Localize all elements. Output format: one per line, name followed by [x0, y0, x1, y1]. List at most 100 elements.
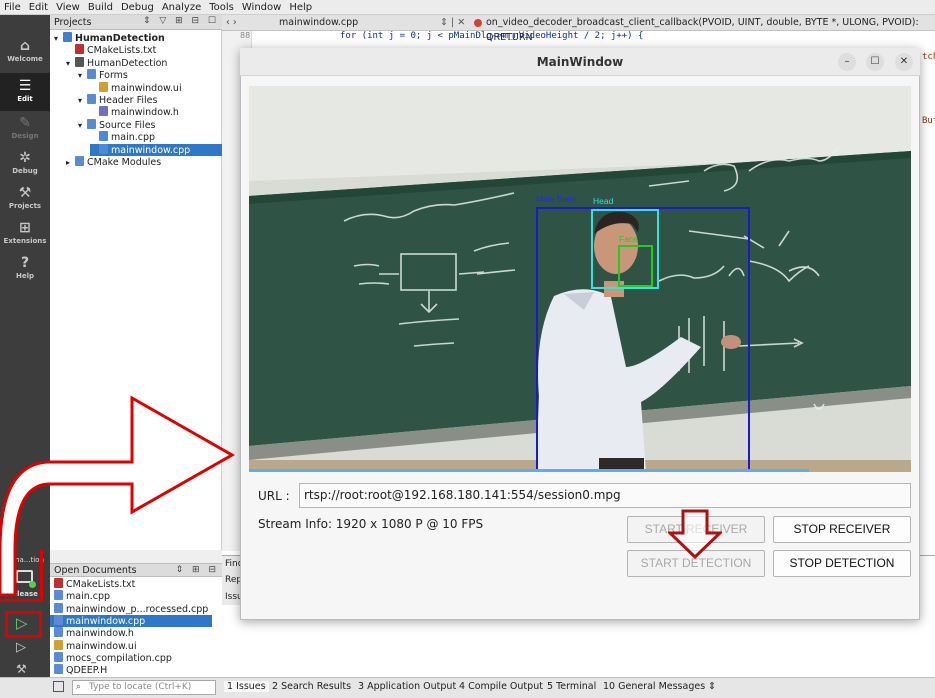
design-icon: ✎ [19, 115, 31, 131]
code-fragment: tch [922, 52, 935, 62]
tree-item[interactable]: ▾ HumanDetection [66, 56, 222, 70]
tree-item-label: Header Files [99, 95, 158, 106]
output-tab[interactable]: 1 Issues [224, 681, 269, 692]
close-icon[interactable]: ✕ [895, 53, 913, 71]
cmake-file-icon [75, 44, 84, 55]
open-document-item[interactable]: mainwindow.ui [50, 639, 212, 652]
document-label: QDEEP.H [66, 665, 108, 677]
mode-extensions[interactable]: ⊞ Extensions [0, 215, 50, 253]
tree-item[interactable]: main.cpp [90, 131, 222, 143]
mode-label: Extensions [3, 237, 47, 245]
expand-arrow-icon[interactable]: ▾ [54, 33, 63, 45]
mode-label: Welcome [7, 55, 43, 63]
projects-title[interactable]: Projects [54, 17, 91, 28]
menu-item-window[interactable]: Window [242, 2, 281, 13]
video-image [249, 86, 911, 472]
tree-item-label: mainwindow.ui [111, 82, 182, 94]
debug-icon: ✲ [19, 150, 31, 166]
tree-item[interactable]: ▸ CMake Modules [66, 156, 222, 168]
window-title: MainWindow [240, 48, 920, 76]
menu-item-analyze[interactable]: Analyze [162, 2, 201, 13]
tree-item[interactable]: ▾ Header Files [78, 94, 222, 106]
document-label: mocs_compilation.cpp [66, 652, 172, 664]
file-icon [54, 639, 63, 650]
sidebar-toggle-icon[interactable] [53, 681, 64, 692]
ui-file-icon [99, 81, 108, 92]
locator-placeholder: Type to locate (Ctrl+K) [89, 682, 192, 692]
tree-item-label: mainwindow.cpp [111, 144, 191, 156]
folder-file-icon [87, 94, 96, 104]
tree-item-label: HumanDetection [75, 33, 165, 44]
menu-item-edit[interactable]: Edit [29, 2, 48, 13]
menu-item-build[interactable]: Build [88, 2, 113, 13]
mode-label: Help [15, 272, 35, 280]
expand-arrow-icon[interactable]: ▾ [78, 120, 87, 132]
expand-arrow-icon[interactable]: ▾ [66, 58, 75, 70]
close-icon[interactable]: ⇕ | ✕ [440, 15, 465, 30]
tree-item[interactable]: CMakeLists.txt [66, 44, 222, 56]
document-label: mainwindow.h [66, 628, 134, 640]
debug-run-icon[interactable]: ▷ [16, 640, 26, 655]
file-tab[interactable]: mainwindow.cpp [279, 15, 358, 30]
mode-welcome[interactable]: ⌂ Welcome [0, 33, 50, 71]
open-document-item[interactable]: mocs_compilation.cpp [50, 651, 212, 664]
expand-arrow-icon[interactable]: ▾ [78, 95, 87, 107]
project-file-icon [63, 32, 72, 42]
tree-item[interactable]: ▾ Forms [78, 69, 222, 81]
nav-arrows-icon[interactable]: ‹ › [226, 15, 237, 30]
h-file-icon [99, 106, 108, 117]
editor-toolbar: ‹ › mainwindow.cpp ⇕ | ✕ on_video_decode… [222, 15, 935, 43]
output-tab[interactable]: 3 Application Output [358, 681, 456, 692]
file-icon [54, 627, 63, 638]
mode-help[interactable]: ? Help [0, 250, 50, 288]
build-icon[interactable]: ⚒ [16, 662, 27, 676]
output-tab[interactable]: 2 Search Results [272, 681, 351, 692]
annotation-run-box [5, 611, 42, 638]
menu-item-file[interactable]: File [4, 2, 21, 13]
open-document-item[interactable]: mainwindow.h [50, 627, 212, 639]
maximize-icon[interactable]: ☐ [866, 53, 884, 71]
tree-item-label: Source Files [99, 119, 156, 131]
expand-arrow-icon[interactable]: ▸ [66, 157, 75, 169]
target-file-icon [75, 56, 84, 67]
folder-file-icon [75, 156, 84, 166]
stop-detection-button[interactable]: STOP DETECTION [773, 550, 911, 577]
search-icon: ⌕ [76, 682, 82, 692]
folder-file-icon [87, 118, 96, 129]
head-label: Head [593, 196, 614, 206]
cpp-file-icon [99, 131, 108, 142]
output-tab[interactable]: 10 General Messages [603, 681, 705, 692]
file-icon [54, 651, 63, 662]
annotation-down-arrow [668, 509, 722, 559]
mode-label: Projects [8, 202, 42, 210]
mode-edit[interactable]: ☰ Edit [0, 73, 50, 111]
menu-item-tools[interactable]: Tools [209, 2, 234, 13]
expand-arrow-icon[interactable]: ▾ [78, 70, 87, 82]
menu-item-help[interactable]: Help [289, 2, 312, 13]
tree-item-label: HumanDetection [87, 57, 168, 69]
minimize-icon[interactable]: – [838, 53, 856, 71]
more-tabs-icon[interactable]: ⇕ [708, 681, 716, 692]
file-icon [54, 664, 63, 675]
mode-projects[interactable]: ⚒ Projects [0, 180, 50, 218]
code-line: for (int j = 0; j < pMainDlg->m_nVideoHe… [340, 31, 644, 41]
tree-item[interactable]: mainwindow.h [90, 106, 222, 118]
tree-item[interactable]: ▾ HumanDetection [54, 32, 222, 44]
menu-item-view[interactable]: View [56, 2, 80, 13]
document-label: mainwindow.ui [66, 640, 137, 652]
body-label: Male Body [536, 194, 577, 204]
locator-input[interactable]: ⌕ Type to locate (Ctrl+K) [72, 680, 216, 695]
open-document-item[interactable]: QDEEP.H [50, 664, 212, 676]
tree-item[interactable]: ▾ Source Files [78, 118, 222, 132]
tree-item[interactable]: mainwindow.ui [90, 81, 222, 94]
menu-item-debug[interactable]: Debug [121, 2, 154, 13]
panel-tools-icon[interactable]: ⇕ ▽ ⊞ ⊟ ☐ [143, 16, 219, 26]
url-input[interactable]: rtsp://root:root@192.168.180.141:554/ses… [299, 483, 911, 508]
output-tab[interactable]: 4 Compile Output [459, 681, 543, 692]
output-tab[interactable]: 5 Terminal [547, 681, 596, 692]
mode-debug[interactable]: ✲ Debug [0, 145, 50, 183]
tree-item[interactable]: mainwindow.cpp [90, 143, 222, 156]
mode-design[interactable]: ✎ Design [0, 110, 50, 148]
face-label: Face [619, 234, 638, 244]
stop-receiver-button[interactable]: STOP RECEIVER [773, 516, 911, 543]
